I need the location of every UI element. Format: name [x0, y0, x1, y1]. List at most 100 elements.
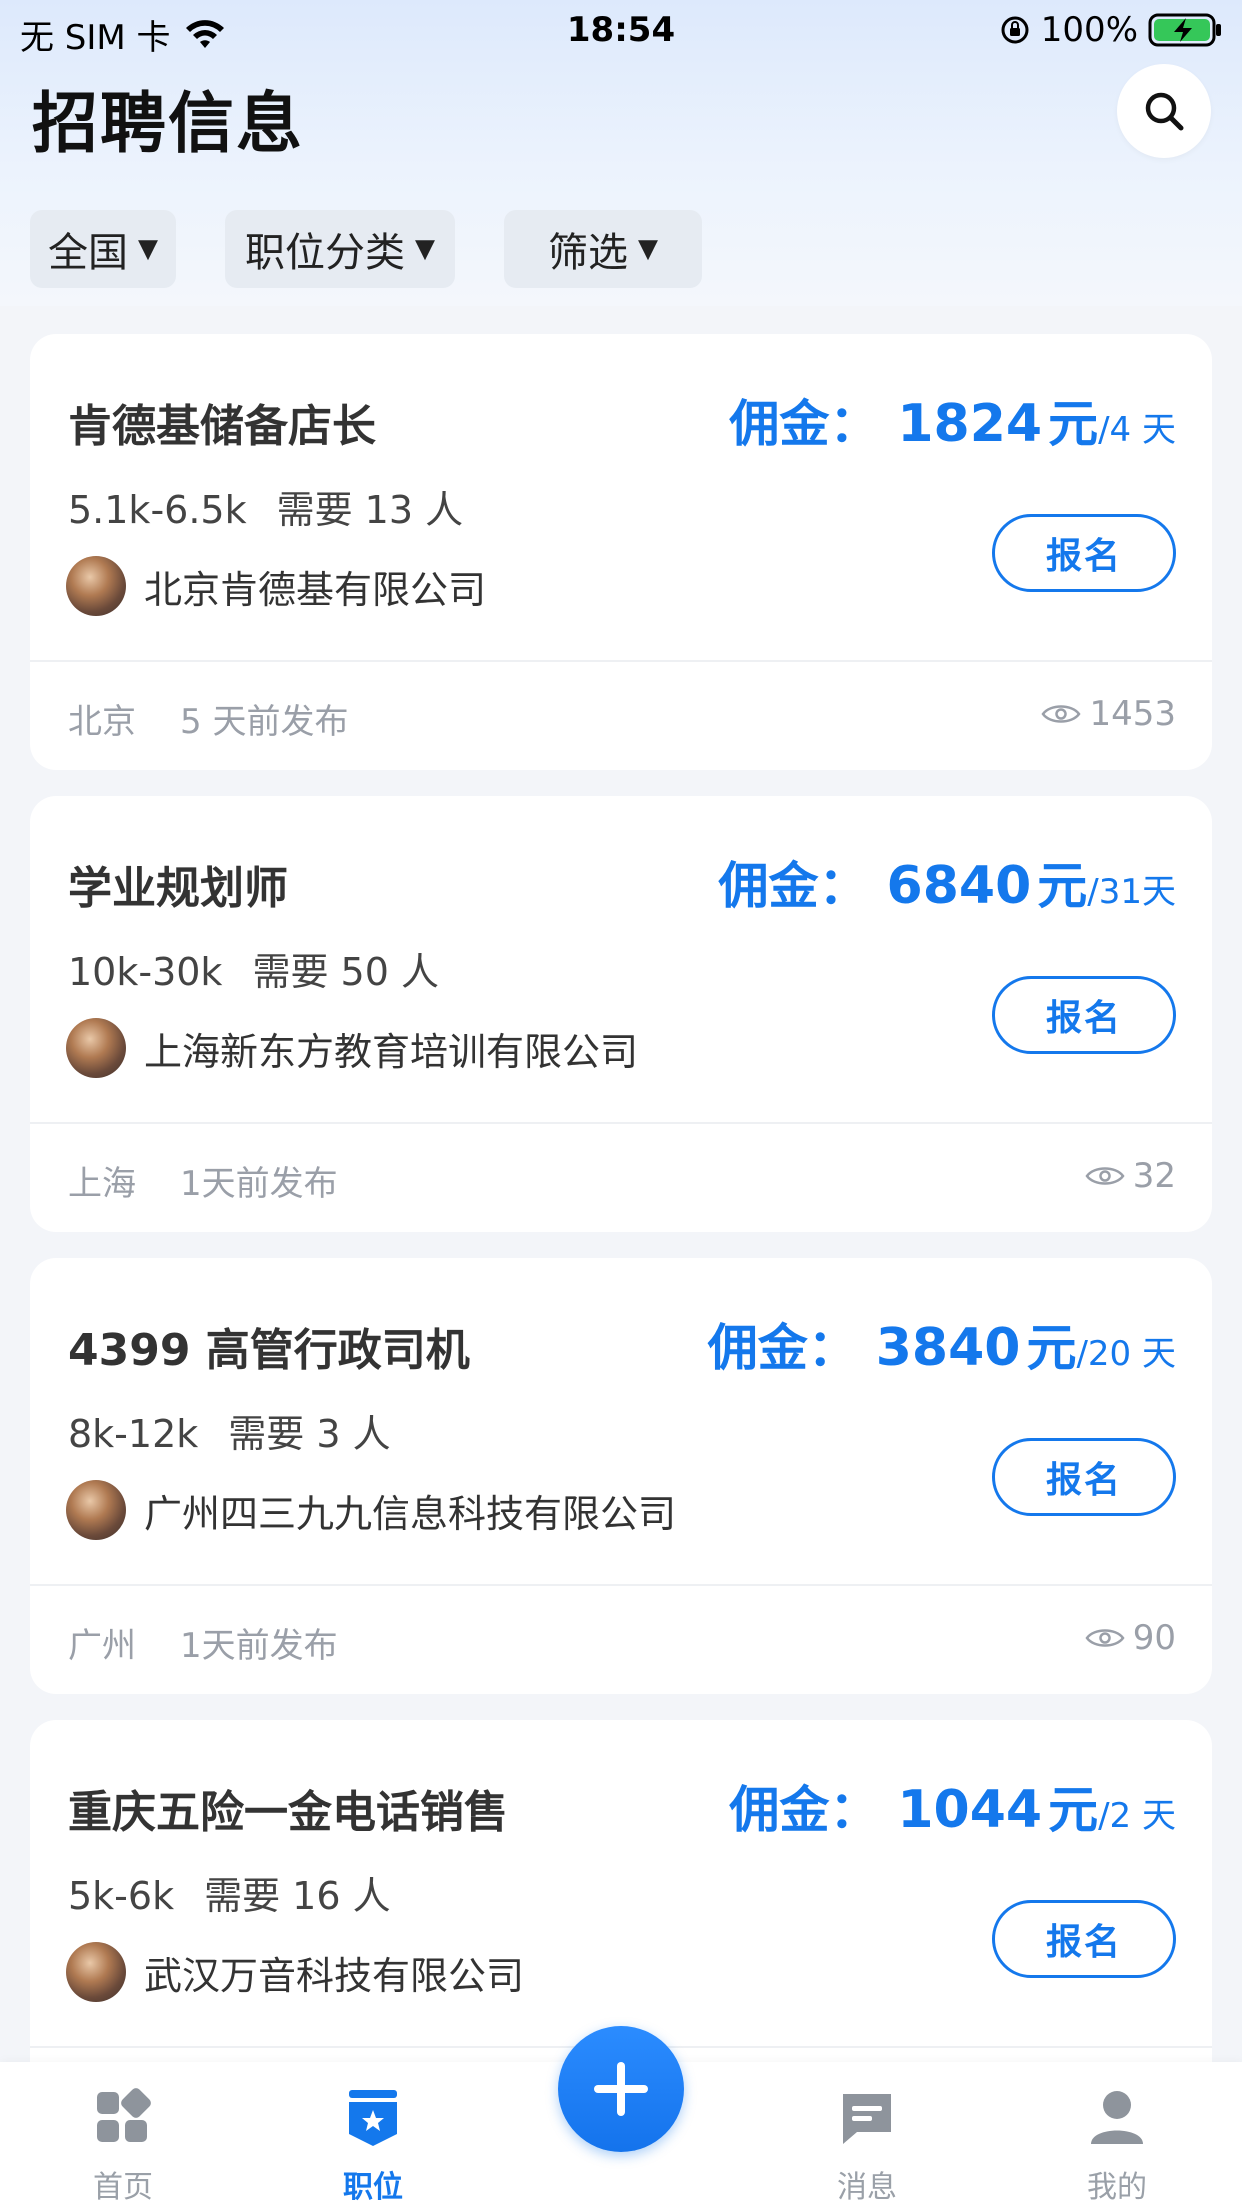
- page-title: 招聘信息: [32, 85, 304, 162]
- dropdown-arrow-icon: ▼: [138, 234, 158, 264]
- dropdown-arrow-icon: ▼: [415, 234, 435, 264]
- tab-jobs-label: 职位: [343, 2170, 403, 2205]
- job-meta: 5k-6k 需要 16 人: [68, 1865, 391, 1920]
- commission-period: /20 天: [1076, 1334, 1176, 1374]
- filter-screen[interactable]: 筛选 ▼: [504, 210, 702, 288]
- salary-range: 5.1k-6.5k: [68, 488, 247, 532]
- company-name: 武汉万音科技有限公司: [144, 1953, 525, 1998]
- commission-period: /31天: [1087, 872, 1176, 912]
- status-right: 100%: [999, 10, 1224, 50]
- job-title: 重庆五险一金电话销售: [68, 1787, 508, 1838]
- card-divider: [30, 1122, 1212, 1124]
- commission: 佣金： 1824 元 /4 天: [729, 384, 1176, 456]
- eye-icon: [1041, 705, 1081, 723]
- company-avatar: [66, 1942, 126, 2002]
- rotation-lock-icon: [1001, 16, 1029, 44]
- apply-button[interactable]: 报名: [992, 1900, 1176, 1978]
- apply-button[interactable]: 报名: [992, 514, 1176, 592]
- commission-unit: 元: [1026, 1319, 1077, 1377]
- posted-time: 1天前发布: [180, 1164, 338, 1204]
- salary-range: 8k-12k: [68, 1412, 199, 1456]
- tab-messages[interactable]: 消息: [807, 2088, 927, 2206]
- commission-period: /4 天: [1098, 410, 1176, 450]
- home-grid-icon: [97, 2088, 151, 2142]
- tab-profile-label: 我的: [1087, 2170, 1147, 2205]
- job-card[interactable]: 学业规划师 佣金： 6840 元 /31天 10k-30k 需要 50 人 上海新…: [30, 796, 1212, 1232]
- search-button[interactable]: [1117, 64, 1211, 158]
- job-badge-icon: [349, 2090, 397, 2146]
- commission: 佣金： 3840 元 /20 天: [708, 1308, 1176, 1380]
- commission-amount: 6840: [886, 856, 1032, 916]
- commission-label: 佣金：: [707, 1319, 858, 1377]
- job-city: 上海: [68, 1164, 136, 1204]
- view-count: 32: [1085, 1156, 1176, 1196]
- job-card[interactable]: 肯德基储备店长 佣金： 1824 元 /4 天 5.1k-6.5k 需要 13 人…: [30, 334, 1212, 770]
- job-city: 广州: [68, 1626, 136, 1666]
- job-meta: 5.1k-6.5k 需要 13 人: [68, 479, 463, 534]
- commission: 佣金： 6840 元 /31天: [719, 846, 1176, 918]
- company-name: 北京肯德基有限公司: [144, 567, 487, 612]
- battery-charging-icon: [1148, 13, 1221, 47]
- filter-region[interactable]: 全国 ▼: [30, 210, 176, 288]
- job-title: 4399 高管行政司机: [68, 1325, 470, 1376]
- card-footer: 北京 5 天前发布: [68, 694, 348, 743]
- view-count-value: 1453: [1089, 694, 1176, 734]
- view-count: 90: [1085, 1618, 1176, 1658]
- commission-unit: 元: [1037, 857, 1088, 915]
- headcount: 需要 13 人: [276, 488, 464, 532]
- view-count-value: 32: [1132, 1156, 1176, 1196]
- commission-label: 佣金：: [718, 857, 869, 915]
- card-footer: 上海 1天前发布: [68, 1156, 338, 1205]
- battery-percent: 100%: [1040, 10, 1138, 50]
- commission-amount: 1044: [897, 1780, 1043, 1840]
- tab-home-label: 首页: [93, 2170, 153, 2205]
- view-count: 1453: [1041, 694, 1176, 734]
- commission-unit: 元: [1048, 395, 1099, 453]
- commission-label: 佣金：: [729, 1781, 880, 1839]
- commission: 佣金： 1044 元 /2 天: [729, 1770, 1176, 1842]
- company-row: 上海新东方教育培训有限公司: [66, 1018, 638, 1078]
- filter-category-label: 职位分类: [245, 230, 405, 276]
- tab-profile[interactable]: 我的: [1057, 2088, 1177, 2206]
- filter-category[interactable]: 职位分类 ▼: [225, 210, 455, 288]
- tab-messages-label: 消息: [837, 2170, 897, 2205]
- company-avatar: [66, 556, 126, 616]
- status-bar: 无 SIM 卡 18:54 100%: [0, 0, 1242, 62]
- company-name: 广州四三九九信息科技有限公司: [144, 1491, 677, 1536]
- tab-home[interactable]: 首页: [63, 2088, 183, 2206]
- profile-icon: [1091, 2091, 1143, 2144]
- headcount: 需要 3 人: [228, 1412, 391, 1456]
- company-row: 北京肯德基有限公司: [66, 556, 486, 616]
- card-divider: [30, 1584, 1212, 1586]
- salary-range: 10k-30k: [68, 950, 223, 994]
- job-meta: 10k-30k 需要 50 人: [68, 941, 439, 996]
- plus-icon: [594, 2062, 648, 2116]
- job-card[interactable]: 4399 高管行政司机 佣金： 3840 元 /20 天 8k-12k 需要 3 …: [30, 1258, 1212, 1694]
- commission-unit: 元: [1048, 1781, 1099, 1839]
- salary-range: 5k-6k: [68, 1874, 175, 1918]
- eye-icon: [1085, 1629, 1125, 1647]
- tab-jobs[interactable]: 职位: [313, 2088, 433, 2206]
- job-title: 学业规划师: [68, 863, 288, 914]
- apply-button[interactable]: 报名: [992, 1438, 1176, 1516]
- job-city: 北京: [68, 702, 136, 742]
- view-count-value: 90: [1132, 1618, 1176, 1658]
- filter-region-label: 全国: [48, 230, 128, 276]
- dropdown-arrow-icon: ▼: [638, 234, 658, 264]
- commission-amount: 1824: [897, 394, 1043, 454]
- eye-icon: [1085, 1167, 1125, 1185]
- company-row: 武汉万音科技有限公司: [66, 1942, 524, 2002]
- search-icon: [1145, 92, 1184, 131]
- add-button[interactable]: [558, 2026, 684, 2152]
- posted-time: 5 天前发布: [180, 702, 349, 742]
- card-divider: [30, 660, 1212, 662]
- company-name: 上海新东方教育培训有限公司: [144, 1029, 639, 1074]
- headcount: 需要 50 人: [252, 950, 439, 994]
- company-avatar: [66, 1018, 126, 1078]
- commission-period: /2 天: [1098, 1796, 1176, 1836]
- job-title: 肯德基储备店长: [68, 401, 376, 452]
- job-meta: 8k-12k 需要 3 人: [68, 1403, 391, 1458]
- filter-screen-label: 筛选: [548, 230, 628, 276]
- commission-label: 佣金：: [729, 395, 880, 453]
- apply-button[interactable]: 报名: [992, 976, 1176, 1054]
